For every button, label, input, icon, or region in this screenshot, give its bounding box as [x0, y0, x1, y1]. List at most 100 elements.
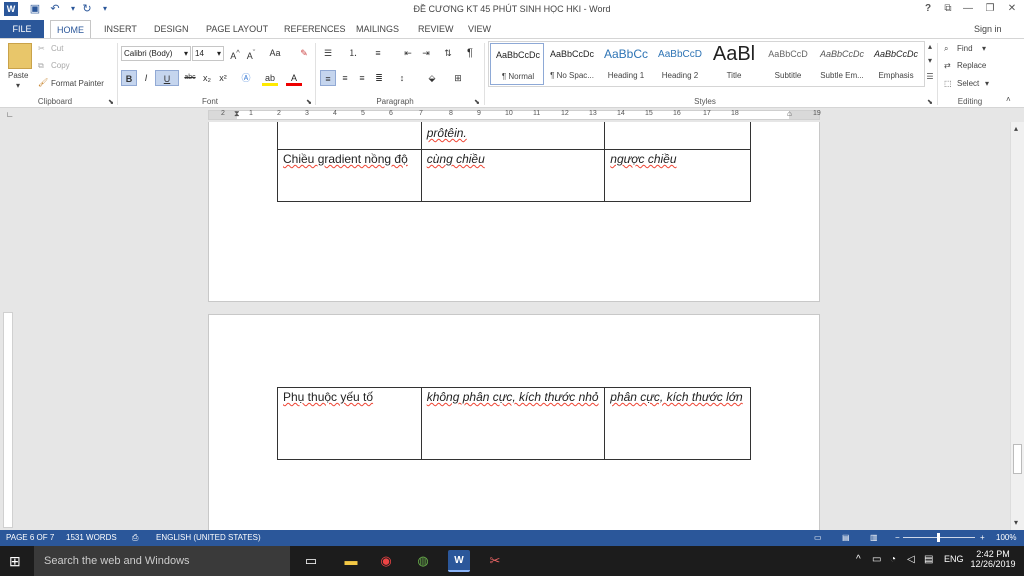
paste-dropdown-icon[interactable]: ▾: [16, 81, 20, 90]
format-painter-icon[interactable]: 🖌: [38, 78, 48, 87]
vertical-scrollbar[interactable]: ▴ ▾: [1010, 122, 1024, 530]
close-button[interactable]: ✕: [1002, 1, 1022, 17]
app-icon[interactable]: ◍: [412, 550, 434, 572]
restore-button[interactable]: ❐: [980, 1, 1000, 17]
font-size-combo[interactable]: 14 ▾: [192, 46, 224, 61]
multilevel-list-icon[interactable]: ≡: [370, 45, 386, 61]
sort-icon[interactable]: ⇅: [440, 45, 456, 61]
format-painter-button[interactable]: Format Painter: [51, 79, 104, 88]
style-title[interactable]: AaBl Title: [707, 43, 761, 85]
page-indicator[interactable]: PAGE 6 OF 7: [6, 533, 54, 542]
find-button[interactable]: Find: [957, 44, 973, 53]
tab-home[interactable]: HOME: [50, 20, 91, 38]
table-cell[interactable]: Phụ thuộc yếu tố: [277, 387, 422, 460]
windows-start-icon[interactable]: ⊞: [9, 553, 21, 570]
align-right-icon[interactable]: ≡: [354, 70, 370, 86]
font-launcher-icon[interactable]: ⬊: [306, 98, 312, 106]
style-subtitle[interactable]: AaBbCcD Subtitle: [761, 43, 815, 85]
decrease-indent-icon[interactable]: ⇤: [400, 45, 416, 61]
strikethrough-button[interactable]: abc: [181, 70, 199, 86]
network-icon[interactable]: ◔: [890, 554, 896, 565]
horizontal-ruler[interactable]: 2 ⧗ 1 2 3 4 5 6 7 8 9 10 11 12 13 14 15 …: [208, 109, 821, 120]
document-page[interactable]: Phụ thuộc yếu tố không phân cực, kích th…: [208, 314, 820, 530]
font-color-icon[interactable]: A: [286, 70, 302, 86]
change-case-button[interactable]: Aa: [264, 45, 286, 61]
find-icon[interactable]: ⌕: [944, 44, 948, 54]
tab-mailings[interactable]: MAILINGS: [350, 20, 405, 38]
notification-icon[interactable]: ▤: [924, 554, 933, 565]
select-icon[interactable]: ⬚: [944, 79, 952, 88]
clock[interactable]: 2:42 PM 12/26/2019: [970, 549, 1016, 569]
replace-button[interactable]: Replace: [957, 61, 986, 70]
table-cell[interactable]: không phân cực, kích thước nhỏ: [420, 387, 606, 460]
paste-button[interactable]: Paste: [8, 71, 28, 80]
cut-icon[interactable]: ✂: [38, 44, 45, 53]
right-indent-marker-icon[interactable]: ⌂: [787, 109, 792, 118]
tab-design[interactable]: DESIGN: [148, 20, 195, 38]
tab-view[interactable]: VIEW: [462, 20, 497, 38]
text-effects-icon[interactable]: Ⓐ: [238, 70, 254, 86]
task-view-icon[interactable]: ▭: [300, 550, 322, 572]
taskbar-search-input[interactable]: Search the web and Windows: [34, 546, 290, 576]
table-cell[interactable]: ngược chiều: [604, 149, 751, 202]
indent-marker-icon[interactable]: ⧗: [234, 109, 240, 119]
clipboard-launcher-icon[interactable]: ⬊: [108, 98, 114, 106]
style-heading-1[interactable]: AaBbCc Heading 1: [599, 43, 653, 85]
borders-icon[interactable]: ⊞: [450, 70, 466, 86]
web-layout-icon[interactable]: ▥: [870, 533, 878, 542]
copy-button[interactable]: Copy: [51, 61, 70, 70]
align-left-icon[interactable]: ≡: [320, 70, 336, 86]
select-button[interactable]: Select: [957, 79, 979, 88]
volume-icon[interactable]: ◁: [907, 554, 915, 565]
language-indicator[interactable]: ENGLISH (UNITED STATES): [156, 533, 261, 542]
proofing-icon[interactable]: ⎙: [132, 533, 138, 543]
scroll-up-icon[interactable]: ▴: [1014, 124, 1018, 133]
scrollbar-thumb[interactable]: [1013, 444, 1022, 474]
style-subtle-emphasis[interactable]: AaBbCcDc Subtle Em...: [815, 43, 869, 85]
styles-scroll-up-icon[interactable]: ▴: [925, 42, 935, 51]
collapse-ribbon-icon[interactable]: ˄: [1006, 95, 1011, 104]
font-name-combo[interactable]: Calibri (Body) ▾: [121, 46, 191, 61]
tab-references[interactable]: REFERENCES: [278, 20, 352, 38]
zoom-slider-thumb[interactable]: [937, 533, 940, 542]
minimize-button[interactable]: —: [958, 1, 978, 17]
word-taskbar-icon[interactable]: W: [448, 550, 470, 572]
align-center-icon[interactable]: ≡: [337, 70, 353, 86]
document-area[interactable]: prôtêin. Chiều gradient nồng độ cùng chi…: [0, 122, 1010, 530]
styles-scroll-down-icon[interactable]: ▾: [925, 56, 935, 65]
paste-icon[interactable]: [8, 43, 32, 69]
grow-font-icon[interactable]: A^: [227, 45, 243, 61]
show-formatting-button[interactable]: ¶: [462, 45, 478, 61]
find-dropdown-icon[interactable]: ▾: [982, 44, 986, 53]
read-mode-icon[interactable]: ▭: [814, 533, 822, 542]
tab-page-layout[interactable]: PAGE LAYOUT: [200, 20, 274, 38]
zoom-out-button[interactable]: −: [895, 533, 900, 542]
table-cell[interactable]: phân cực, kích thước lớn: [604, 387, 751, 460]
style-no-spacing[interactable]: AaBbCcDc ¶ No Spac...: [545, 43, 599, 85]
shading-icon[interactable]: ⬙: [424, 70, 440, 86]
document-page[interactable]: prôtêin. Chiều gradient nồng độ cùng chi…: [208, 122, 820, 302]
highlight-color-icon[interactable]: ab: [262, 70, 278, 86]
style-emphasis[interactable]: AaBbCcDc Emphasis: [869, 43, 923, 85]
bold-button[interactable]: B: [121, 70, 137, 86]
select-dropdown-icon[interactable]: ▾: [985, 79, 989, 88]
print-layout-icon[interactable]: ▤: [842, 533, 850, 542]
table-cell[interactable]: Chiều gradient nồng độ: [277, 149, 422, 202]
zoom-level[interactable]: 100%: [996, 533, 1016, 542]
tab-insert[interactable]: INSERT: [98, 20, 143, 38]
table-cell[interactable]: [604, 122, 751, 150]
shrink-font-icon[interactable]: Aˇ: [243, 45, 259, 61]
copy-icon[interactable]: ⧉: [38, 61, 44, 71]
file-explorer-icon[interactable]: ▬: [340, 550, 362, 572]
clear-formatting-icon[interactable]: ✎: [296, 45, 312, 61]
table-cell[interactable]: prôtêin.: [420, 122, 606, 150]
table-cell[interactable]: [277, 122, 422, 150]
italic-button[interactable]: I: [138, 70, 154, 86]
paragraph-launcher-icon[interactable]: ⬊: [474, 98, 480, 106]
cut-button[interactable]: Cut: [51, 44, 63, 53]
bullets-icon[interactable]: ☰: [320, 45, 336, 61]
tab-file[interactable]: FILE: [0, 20, 44, 38]
sign-in-link[interactable]: Sign in: [968, 20, 1008, 38]
line-spacing-icon[interactable]: ↕: [394, 70, 410, 86]
style-normal[interactable]: AaBbCcDc ¶ Normal: [490, 43, 544, 85]
